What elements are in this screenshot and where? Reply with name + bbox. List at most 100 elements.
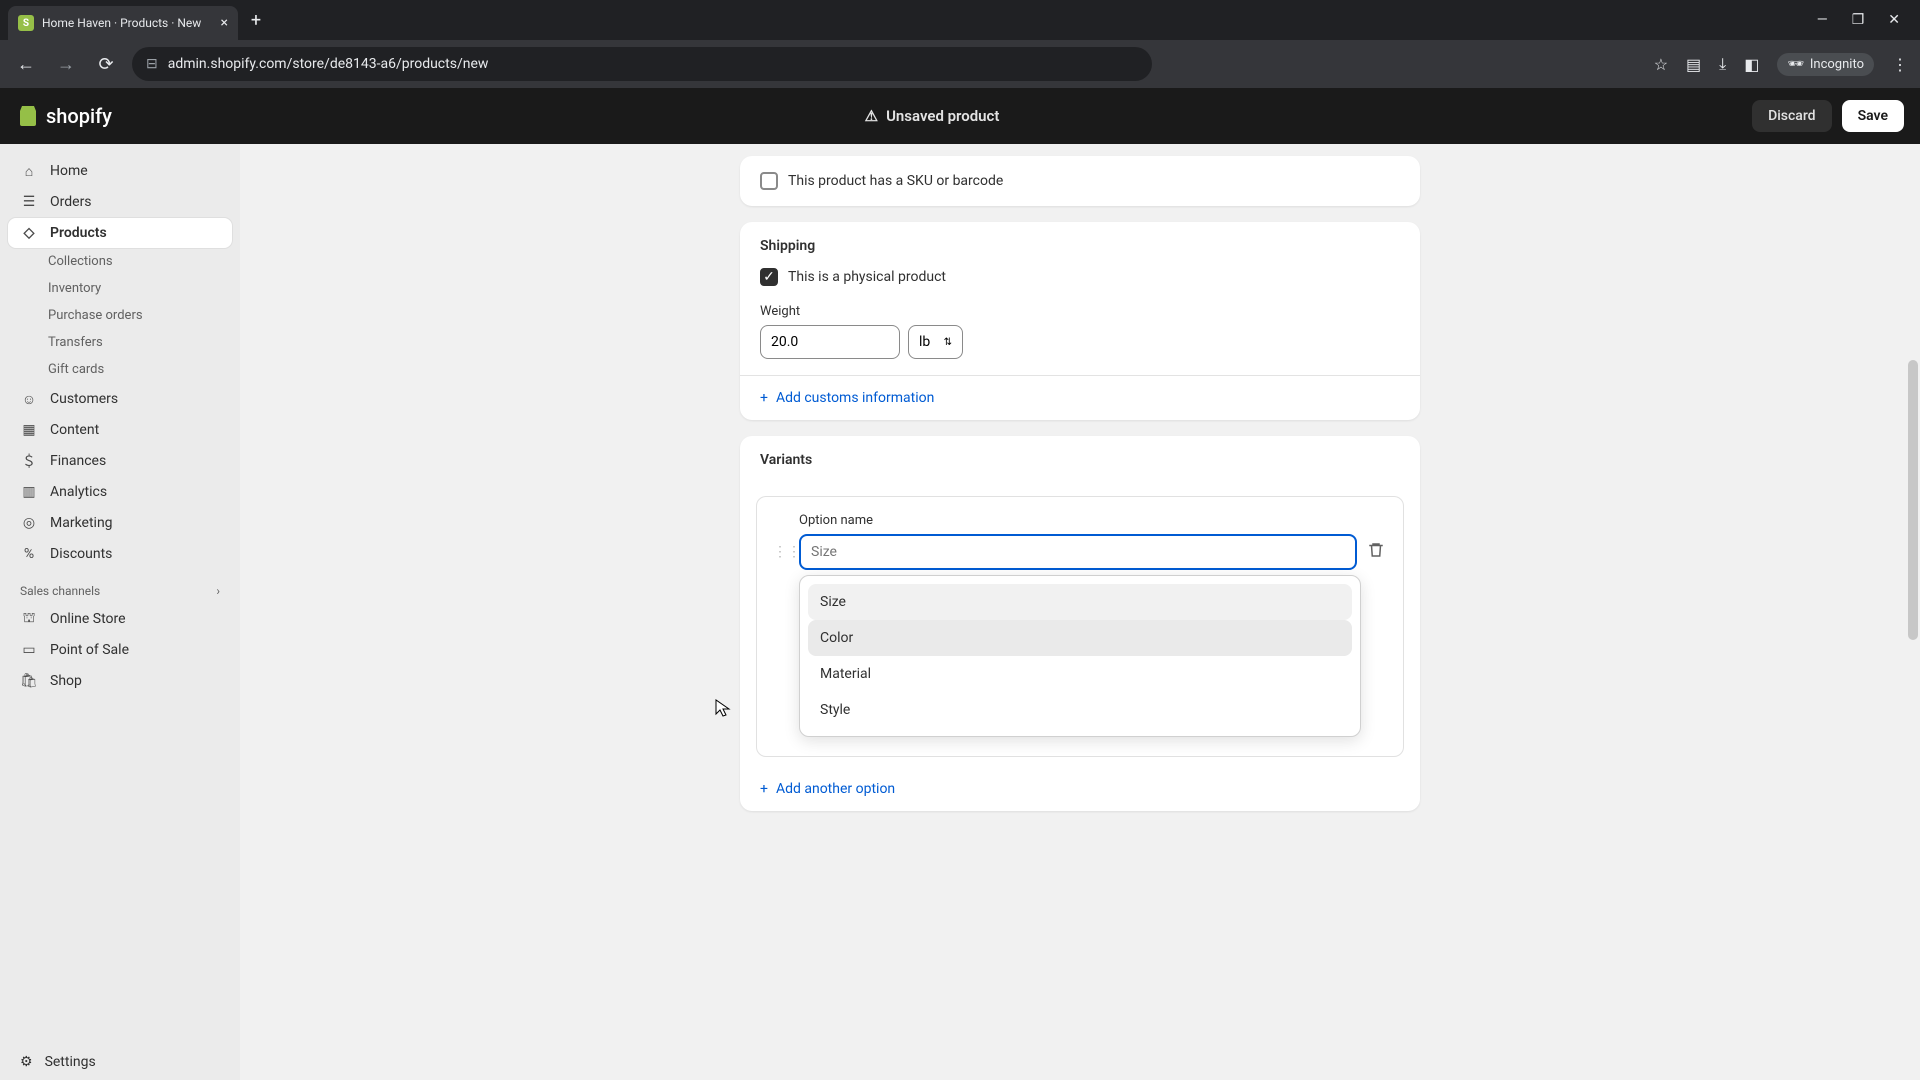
sidebar-sub-inventory[interactable]: Inventory xyxy=(8,276,232,301)
media-icon[interactable]: ▤ xyxy=(1686,55,1701,74)
main-content: This product has a SKU or barcode Shippi… xyxy=(240,144,1920,1080)
tab-strip: S Home Haven · Products · New × + — ❐ ✕ xyxy=(0,0,1920,40)
sidebar-item-label: Orders xyxy=(50,194,92,210)
trash-icon xyxy=(1367,541,1385,559)
add-option-link[interactable]: + Add another option xyxy=(740,767,1420,811)
tag-icon: ◇ xyxy=(20,224,38,242)
drag-handle-icon[interactable]: ⋮⋮ xyxy=(773,544,789,560)
url-box[interactable]: ⊟ admin.shopify.com/store/de8143-a6/prod… xyxy=(132,47,1152,81)
sidebar-item-content[interactable]: ▦ Content xyxy=(8,415,232,445)
content-icon: ▦ xyxy=(20,421,38,439)
site-info-icon[interactable]: ⊟ xyxy=(146,56,158,72)
sidebar-channel-online-store[interactable]: ⛫ Online Store xyxy=(8,604,232,634)
minimize-icon[interactable]: — xyxy=(1817,12,1828,28)
select-arrows-icon: ⇅ xyxy=(944,337,952,348)
dropdown-item-size[interactable]: Size xyxy=(808,584,1352,620)
sidebar-item-label: Home xyxy=(50,163,88,179)
delete-option-button[interactable] xyxy=(1367,541,1387,563)
discard-button[interactable]: Discard xyxy=(1752,100,1831,132)
pos-icon: ▭ xyxy=(20,641,38,659)
sidebar-sub-purchase-orders[interactable]: Purchase orders xyxy=(8,303,232,328)
dropdown-item-material[interactable]: Material xyxy=(808,656,1352,692)
sidebar-item-settings[interactable]: ⚙ Settings xyxy=(0,1044,240,1080)
app-body: ⌂ Home ☰ Orders ◇ Products Collections I… xyxy=(0,144,1920,1080)
sidebar-item-label: Shop xyxy=(50,673,82,689)
shipping-card: Shipping ✓ This is a physical product We… xyxy=(740,222,1420,420)
mouse-cursor-icon xyxy=(713,698,733,718)
close-window-icon[interactable]: ✕ xyxy=(1888,12,1900,28)
sidebar-item-home[interactable]: ⌂ Home xyxy=(8,156,232,186)
sidebar-channel-shop[interactable]: 🛍 Shop xyxy=(8,666,232,696)
sidebar-sub-transfers[interactable]: Transfers xyxy=(8,330,232,355)
incognito-badge[interactable]: 🕶 Incognito xyxy=(1777,53,1874,76)
shopify-logo[interactable]: shopify xyxy=(16,104,112,128)
sidepanel-icon[interactable]: ◧ xyxy=(1744,55,1759,74)
sidebar-item-orders[interactable]: ☰ Orders xyxy=(8,187,232,217)
sidebar-item-finances[interactable]: ＄ Finances xyxy=(8,446,232,476)
sidebar-item-label: Discounts xyxy=(50,546,112,562)
discounts-icon: % xyxy=(20,545,38,563)
back-button[interactable]: ← xyxy=(12,50,40,78)
gear-icon: ⚙ xyxy=(20,1054,33,1070)
scrollbar-thumb[interactable] xyxy=(1908,360,1918,640)
variants-title: Variants xyxy=(760,452,1400,468)
weight-input[interactable] xyxy=(760,325,900,359)
sidebar-item-label: Customers xyxy=(50,391,118,407)
option-name-label: Option name xyxy=(799,513,1387,528)
maximize-icon[interactable]: ❐ xyxy=(1852,12,1865,28)
settings-label: Settings xyxy=(45,1054,96,1070)
plus-icon: + xyxy=(760,781,768,797)
sidebar-item-products[interactable]: ◇ Products xyxy=(8,218,232,248)
sidebar-sub-gift-cards[interactable]: Gift cards xyxy=(8,357,232,382)
finances-icon: ＄ xyxy=(20,452,38,470)
sidebar-item-marketing[interactable]: ◎ Marketing xyxy=(8,508,232,538)
browser-tab[interactable]: S Home Haven · Products · New × xyxy=(8,6,238,40)
shop-icon: 🛍 xyxy=(20,672,38,690)
sidebar-item-label: Content xyxy=(50,422,99,438)
unsaved-label: Unsaved product xyxy=(886,107,999,125)
orders-icon: ☰ xyxy=(20,193,38,211)
add-customs-link[interactable]: + Add customs information xyxy=(740,375,1420,420)
sidebar-item-label: Point of Sale xyxy=(50,642,129,658)
incognito-icon: 🕶 xyxy=(1787,57,1804,72)
sidebar-item-label: Online Store xyxy=(50,611,126,627)
sidebar-item-discounts[interactable]: % Discounts xyxy=(8,539,232,569)
warning-icon: ⚠ xyxy=(865,107,878,125)
reload-button[interactable]: ⟳ xyxy=(92,50,120,78)
physical-checkbox[interactable]: ✓ xyxy=(760,268,778,286)
tab-close-icon[interactable]: × xyxy=(221,15,228,31)
customs-link-label: Add customs information xyxy=(776,390,934,406)
plus-icon: + xyxy=(760,390,768,406)
sidebar-item-label: Marketing xyxy=(50,515,113,531)
unsaved-badge: ⚠ Unsaved product xyxy=(865,107,1000,125)
chevron-right-icon[interactable]: › xyxy=(216,584,220,598)
sidebar-item-label: Analytics xyxy=(50,484,107,500)
favicon-icon: S xyxy=(18,15,34,31)
forward-button[interactable]: → xyxy=(52,50,80,78)
sidebar-item-label: Products xyxy=(50,225,107,241)
menu-icon[interactable]: ⋮ xyxy=(1892,55,1908,74)
window-controls: — ❐ ✕ xyxy=(1817,12,1912,28)
option-name-input[interactable] xyxy=(799,534,1357,570)
shopify-bag-icon xyxy=(16,104,40,128)
sidebar-channel-pos[interactable]: ▭ Point of Sale xyxy=(8,635,232,665)
download-icon[interactable]: ⤓ xyxy=(1719,54,1726,74)
dropdown-item-style[interactable]: Style xyxy=(808,692,1352,728)
add-option-label: Add another option xyxy=(776,781,895,797)
sidebar-item-customers[interactable]: ☺ Customers xyxy=(8,384,232,414)
new-tab-button[interactable]: + xyxy=(242,6,270,34)
weight-unit-value: lb xyxy=(919,334,930,350)
weight-label: Weight xyxy=(760,304,1400,319)
sku-checkbox[interactable] xyxy=(760,172,778,190)
physical-checkbox-label: This is a physical product xyxy=(788,269,946,285)
dropdown-item-color[interactable]: Color xyxy=(808,620,1352,656)
incognito-label: Incognito xyxy=(1810,57,1864,72)
bookmark-icon[interactable]: ☆ xyxy=(1654,55,1668,74)
sidebar-sub-collections[interactable]: Collections xyxy=(8,249,232,274)
shopify-topbar: shopify ⚠ Unsaved product Discard Save xyxy=(0,88,1920,144)
weight-unit-select[interactable]: lb ⇅ xyxy=(908,325,963,359)
save-button[interactable]: Save xyxy=(1842,100,1904,132)
customers-icon: ☺ xyxy=(20,390,38,408)
sidebar-item-analytics[interactable]: ▥ Analytics xyxy=(8,477,232,507)
sidebar-section-sales-channels: Sales channels › xyxy=(8,570,232,604)
